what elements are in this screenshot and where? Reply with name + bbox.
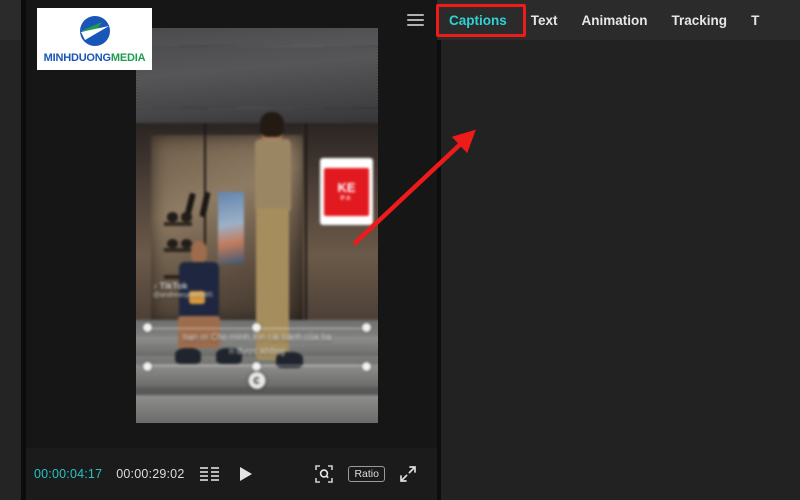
rotate-icon (253, 377, 261, 384)
preview-window-frame (305, 122, 308, 344)
tiktok-label: TikTok (159, 280, 188, 291)
tab-tracking[interactable]: Tracking (660, 13, 740, 28)
rotate-handle[interactable] (248, 372, 266, 389)
tab-animation[interactable]: Animation (570, 13, 660, 28)
ratio-button[interactable]: Ratio (348, 466, 385, 482)
tab-text[interactable]: Text (519, 13, 570, 28)
zoom-fit-icon[interactable] (314, 464, 334, 484)
resize-handle-top-center[interactable] (252, 323, 261, 332)
preview-product (167, 212, 178, 222)
brand-secondary: MEDIA (110, 51, 146, 64)
resize-handle-top-right[interactable] (362, 323, 371, 332)
video-editor-window: KE PA ♪ TikTok @andreasybert995 bạn ơi C… (0, 0, 800, 500)
tab-captions[interactable]: Captions (437, 13, 519, 28)
grid-columns-icon[interactable] (200, 467, 222, 481)
total-timecode: 00:00:29:02 (116, 467, 185, 481)
tiktok-logo-row: ♪ TikTok (153, 281, 213, 292)
resize-handle-top-left[interactable] (143, 323, 152, 332)
preview-store-sign-inner: KE PA (323, 167, 370, 217)
tiktok-watermark: ♪ TikTok @andreasybert995 (153, 281, 213, 301)
resize-handle-bottom-center[interactable] (252, 362, 261, 371)
pane-divider (437, 40, 441, 500)
resize-handle-bottom-right[interactable] (362, 362, 371, 371)
preview-pane: KE PA ♪ TikTok @andreasybert995 bạn ơi C… (0, 0, 437, 500)
store-sign-text: KE (337, 180, 356, 196)
fullscreen-icon[interactable] (399, 465, 417, 483)
preview-step (136, 395, 378, 423)
tiktok-handle: @andreasybert995 (152, 291, 213, 299)
left-edge-strip (0, 0, 21, 500)
music-note-icon: ♪ (152, 280, 158, 291)
caption-overlay-text: bạn ơi Cho mình Xin cái bánh của bạ n đư… (148, 328, 366, 366)
minhduong-logo-icon (79, 15, 110, 46)
current-timecode: 00:00:04:17 (34, 467, 103, 481)
brand-wordmark: MINHDUONGMEDIA (43, 51, 146, 64)
left-edge-strip-top (0, 0, 21, 40)
preview-person-hair (259, 112, 285, 137)
preview-person-jacket (254, 139, 291, 213)
video-preview[interactable]: KE PA ♪ TikTok @andreasybert995 bạn ơi C… (136, 28, 378, 423)
brand-primary: MINHDUONG (43, 51, 111, 64)
store-sign-subtext: PA (340, 196, 353, 203)
tab-truncated[interactable]: T (739, 13, 771, 28)
resize-handle-bottom-left[interactable] (143, 362, 152, 371)
caption-overlay-box[interactable]: bạn ơi Cho mình Xin cái bánh của bạ n đư… (143, 323, 371, 389)
play-icon[interactable] (240, 467, 253, 481)
caption-overlay-line1: bạn ơi Cho mình Xin cái bánh của bạ (182, 332, 332, 342)
hamburger-icon[interactable] (398, 0, 432, 40)
captions-panel: Captions 1 bạn ơi Cho mìnhXin cái bánh c… (437, 0, 800, 500)
preview-store-sign: KE PA (319, 158, 374, 226)
brand-watermark: MINHDUONGMEDIA (37, 8, 152, 70)
preview-shelf (164, 221, 192, 226)
transport-bar: 00:00:04:17 00:00:29:02 Ratio (26, 448, 437, 500)
tab-bar: Captions Text Animation Tracking T (437, 0, 800, 40)
caption-overlay-line2: n được không (229, 345, 285, 356)
preview-product (181, 212, 192, 222)
